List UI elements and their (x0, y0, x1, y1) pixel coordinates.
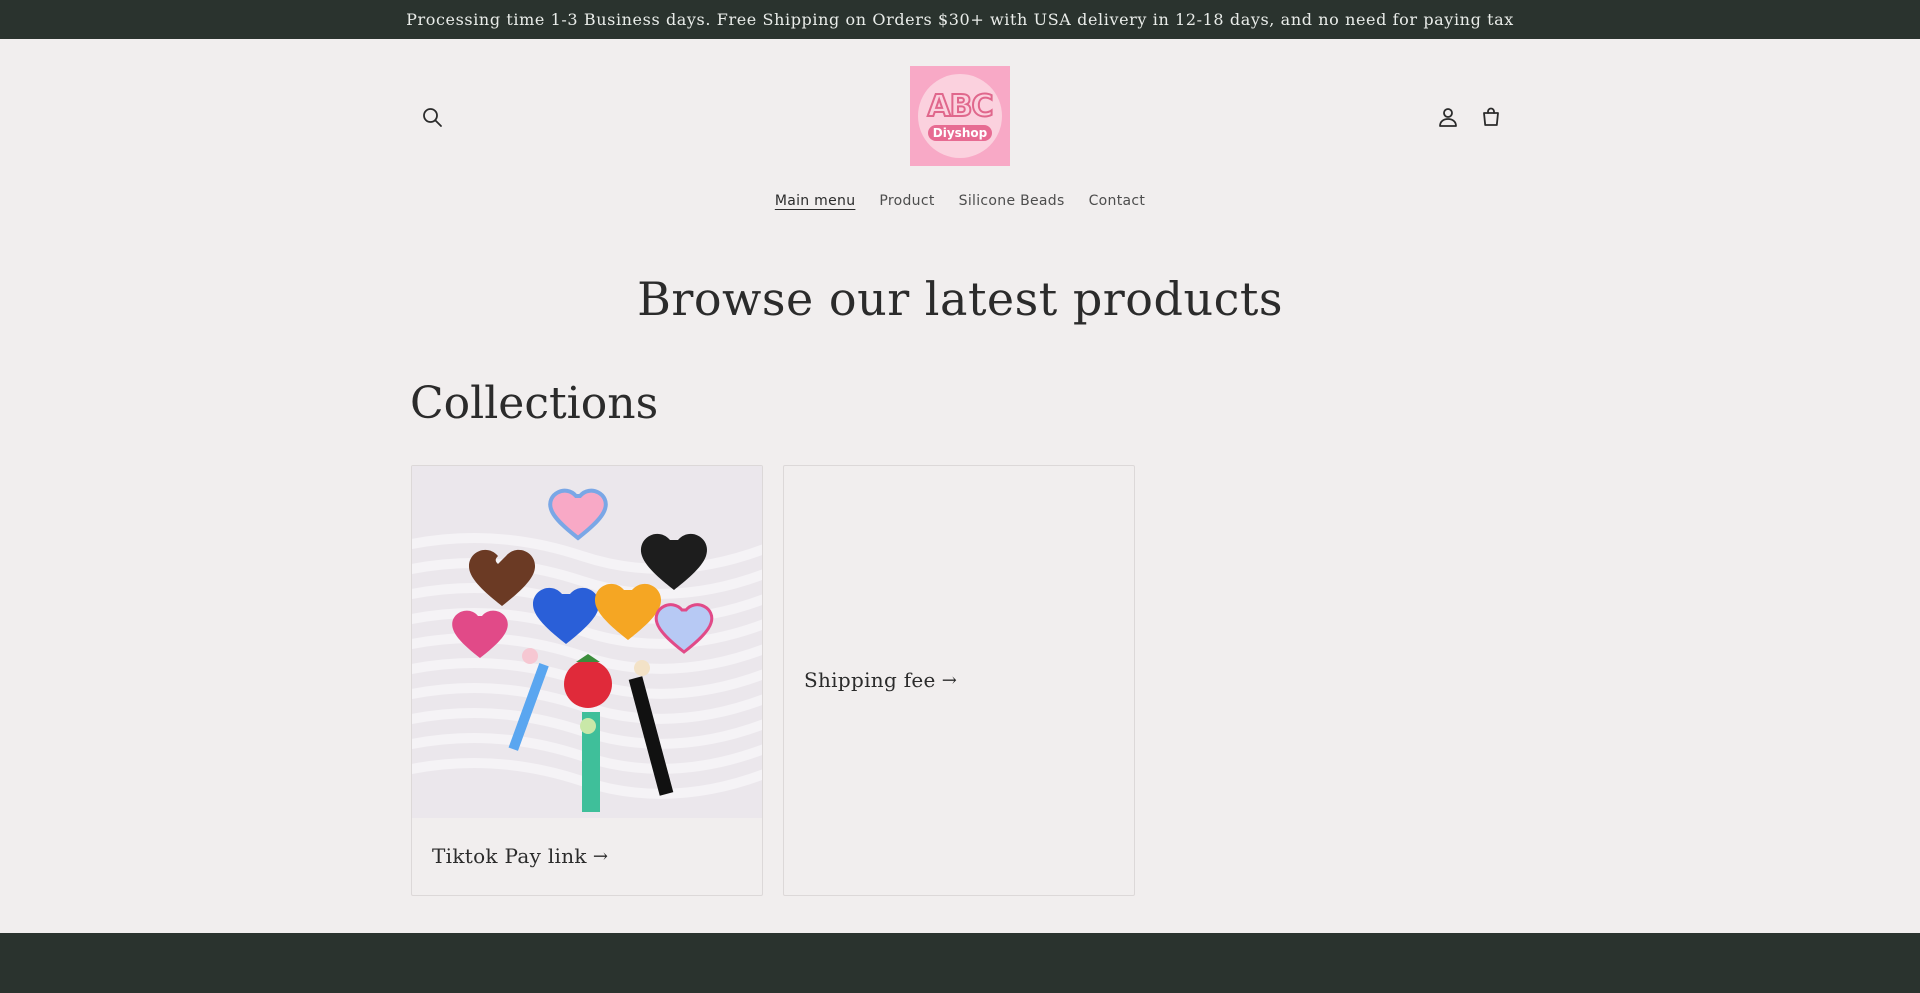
cart-icon (1483, 107, 1499, 126)
logo-text: ABC (926, 88, 994, 124)
collection-link[interactable]: Tiktok Pay link → (432, 844, 608, 868)
arrow-right-icon: → (941, 669, 958, 691)
nav-item-product[interactable]: Product (867, 193, 946, 209)
arrow-right-icon: → (592, 845, 609, 867)
logo-badge: ABC Diyshop (918, 74, 1002, 158)
collection-card-shipping-fee[interactable]: Shipping fee → (783, 465, 1135, 896)
nav-item-main-menu[interactable]: Main menu (763, 193, 868, 209)
site-footer (0, 933, 1920, 993)
nav-item-contact[interactable]: Contact (1077, 193, 1158, 209)
logo-subtext: Diyshop (927, 124, 993, 141)
collection-image (412, 466, 762, 818)
announcement-bar: Processing time 1-3 Business days. Free … (0, 0, 1920, 39)
cart-button[interactable] (1471, 97, 1511, 137)
announcement-text: Processing time 1-3 Business days. Free … (406, 10, 1514, 29)
site-logo[interactable]: ABC Diyshop (910, 66, 1010, 166)
collections-title: Collections (410, 378, 659, 429)
nav-item-silicone-beads[interactable]: Silicone Beads (947, 193, 1077, 209)
collection-title: Shipping fee (804, 668, 936, 692)
collection-link[interactable]: Shipping fee → (804, 668, 957, 692)
beaded-pens-image (412, 466, 762, 818)
search-button[interactable] (412, 97, 452, 137)
site-header: ABC Diyshop (410, 66, 1510, 168)
collection-card-tiktok-pay-link[interactable]: Tiktok Pay link → (411, 465, 763, 896)
account-icon (1439, 108, 1457, 127)
hero-title: Browse our latest products (637, 272, 1283, 326)
main-nav: Main menu Product Silicone Beads Contact (0, 193, 1920, 209)
account-button[interactable] (1428, 97, 1468, 137)
collection-title: Tiktok Pay link (432, 844, 587, 868)
search-icon (423, 108, 442, 127)
